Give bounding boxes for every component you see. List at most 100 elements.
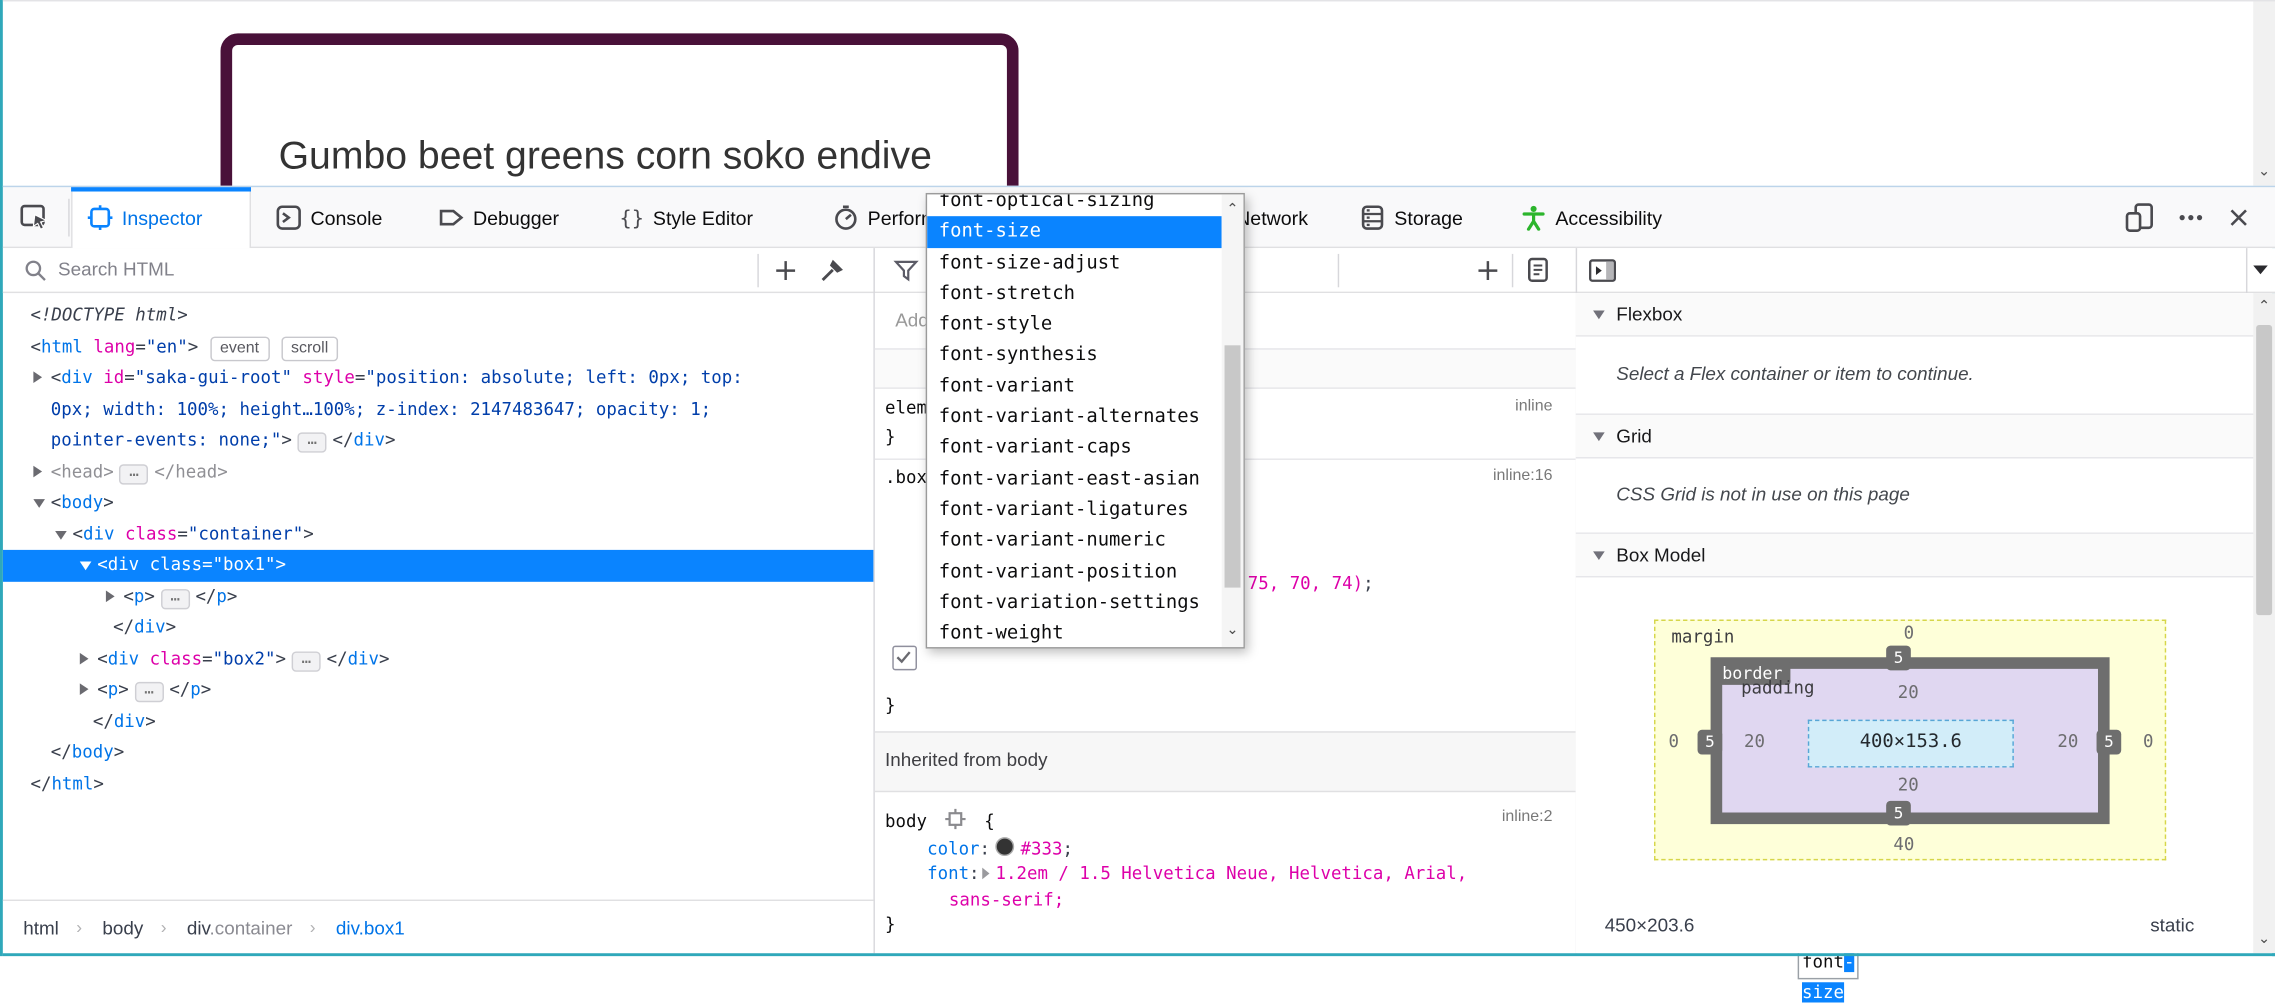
ellipsis-expand-icon[interactable]: … [292,651,321,671]
tab-style-editor[interactable]: {}Style Editor [604,187,801,248]
responsive-design-mode-icon[interactable] [2124,202,2156,234]
meatball-menu-icon[interactable] [2176,203,2205,232]
class-toggle-checkbox[interactable] [892,646,917,671]
autocomplete-item[interactable]: font-variant-numeric [927,526,1222,557]
ellipsis-expand-icon[interactable]: … [135,682,164,702]
collapse-arrow-icon[interactable] [80,561,92,570]
margin-bottom-value[interactable]: 40 [1893,834,1914,854]
breadcrumb-item[interactable]: div.box1 [336,916,405,938]
body-color-declaration[interactable]: color:#333; [927,837,1073,859]
autocomplete-item[interactable]: font-optical-sizing [927,193,1222,217]
ellipsis-expand-icon[interactable]: … [119,464,148,484]
autocomplete-item[interactable]: font-variant-ligatures [927,495,1222,526]
collapse-arrow-icon[interactable] [33,499,45,508]
autocomplete-item[interactable]: font-variant-alternates [927,402,1222,433]
element-rule-source-link[interactable]: inline [1515,398,1552,415]
border-left-value[interactable]: 5 [1698,730,1723,755]
scrollbar-thumb[interactable] [2256,325,2272,615]
add-rule-icon[interactable] [1474,257,1502,285]
padding-bottom-value[interactable]: 20 [1898,775,1919,795]
autocomplete-item[interactable]: font-variant [927,371,1222,402]
autocomplete-item[interactable]: font-variation-settings [927,587,1222,618]
ellipsis-expand-icon[interactable]: … [161,588,190,608]
add-node-icon[interactable] [772,257,800,285]
filter-styles-icon[interactable] [892,257,920,285]
padding-top-value[interactable]: 20 [1898,682,1919,702]
node-badge[interactable]: scroll [281,336,339,361]
search-html-input[interactable]: Search HTML [58,258,174,280]
border-top-value[interactable]: 5 [1886,646,1911,671]
expand-arrow-icon[interactable] [33,465,42,477]
markup-tree-panel: <!DOCTYPE html><html lang="en">eventscro… [3,293,874,899]
flexbox-section-header[interactable]: Flexbox [1576,293,2255,337]
margin-right-value[interactable]: 0 [2143,731,2153,751]
close-icon[interactable] [2226,205,2252,231]
selector-highlighter-icon[interactable] [945,808,967,830]
color-swatch[interactable] [996,837,1015,856]
expand-arrow-icon[interactable] [106,590,115,602]
scroll-down-icon[interactable]: ⌄ [2253,164,2275,180]
eyedropper-icon[interactable] [818,255,847,284]
autocomplete-item[interactable]: font-weight [927,618,1222,648]
tab-overflow-dropdown-icon[interactable] [2253,266,2268,275]
divider [1338,254,1339,287]
padding-left-value[interactable]: 20 [1744,731,1765,751]
dropdown-scrollbar[interactable]: ⌃ ⌄ [1222,194,1244,647]
node-badge[interactable]: event [210,336,269,361]
autocomplete-item[interactable]: font-variant-position [927,557,1222,588]
tab-console[interactable]: Console [261,187,406,248]
margin-label: margin [1671,627,1734,647]
box1-rule-source-link[interactable]: inline:16 [1493,467,1552,484]
box-model-section-header[interactable]: Box Model [1576,534,2255,578]
tab-accessibility[interactable]: Accessibility [1506,187,1695,248]
expand-value-icon[interactable] [982,868,989,880]
divider [2246,248,2247,293]
expand-arrow-icon[interactable] [80,652,89,664]
scroll-up-icon[interactable]: ⌃ [2253,299,2275,315]
autocomplete-item[interactable]: font-size [927,217,1222,248]
box1-declaration-fragment: 75, 70, 74); [1248,573,1374,593]
margin-top-value[interactable]: 0 [1904,622,1914,642]
sidebar-toggle-icon[interactable] [1587,257,1619,286]
position-value: static [2150,914,2194,936]
autocomplete-item[interactable]: font-variant-caps [927,433,1222,464]
scroll-up-icon[interactable]: ⌃ [1222,202,1244,218]
padding-right-value[interactable]: 20 [2057,731,2078,751]
margin-left-value[interactable]: 0 [1669,731,1679,751]
collapse-arrow-icon[interactable] [55,530,67,539]
inspector-icon [87,205,113,231]
body-font-declaration[interactable]: font:1.2em / 1.5 Helvetica Neue, Helveti… [927,863,1467,883]
autocomplete-item[interactable]: font-style [927,309,1222,340]
expand-arrow-icon[interactable] [80,683,89,695]
expand-arrow-icon[interactable] [33,371,42,383]
padding-label: padding [1741,678,1814,698]
autocomplete-item[interactable]: font-stretch [927,278,1222,309]
grid-section-header[interactable]: Grid [1576,415,2255,459]
tab-storage[interactable]: Storage [1345,187,1496,248]
tab-inspector[interactable]: Inspector [71,187,251,248]
autocomplete-item[interactable]: font-size-adjust [927,248,1222,279]
breadcrumb-item[interactable]: html [23,916,59,938]
scrollbar-thumb[interactable] [1225,345,1241,587]
breadcrumb-item[interactable]: div.container [187,916,293,938]
console-icon [276,205,302,231]
ellipsis-expand-icon[interactable]: … [298,432,327,452]
print-simulation-icon[interactable] [1523,255,1552,284]
css-property-autocomplete: font-optical-sizingfont-sizefont-size-ad… [926,193,1245,649]
page-scrollbar[interactable]: ⌄ [2253,1,2275,187]
element-picker-button[interactable] [12,196,58,240]
border-bottom-value[interactable]: 5 [1886,801,1911,826]
body-rule-source-link[interactable]: inline:2 [1502,808,1553,825]
layout-scrollbar[interactable]: ⌃ ⌄ [2253,293,2275,953]
box-model-content-layer[interactable]: 400×153.6 [1808,720,2014,768]
collapse-icon [1593,310,1605,319]
svg-text:{}: {} [620,206,644,230]
border-right-value[interactable]: 5 [2097,730,2122,755]
breadcrumb-item[interactable]: body [102,916,143,938]
scroll-down-icon[interactable]: ⌄ [2253,931,2275,947]
scroll-down-icon[interactable]: ⌄ [1222,622,1244,638]
tab-debugger[interactable]: Debugger [424,187,592,248]
tree-row-selected[interactable]: <div class="box1"> [3,550,874,581]
autocomplete-item[interactable]: font-synthesis [927,340,1222,371]
autocomplete-item[interactable]: font-variant-east-asian [927,464,1222,495]
